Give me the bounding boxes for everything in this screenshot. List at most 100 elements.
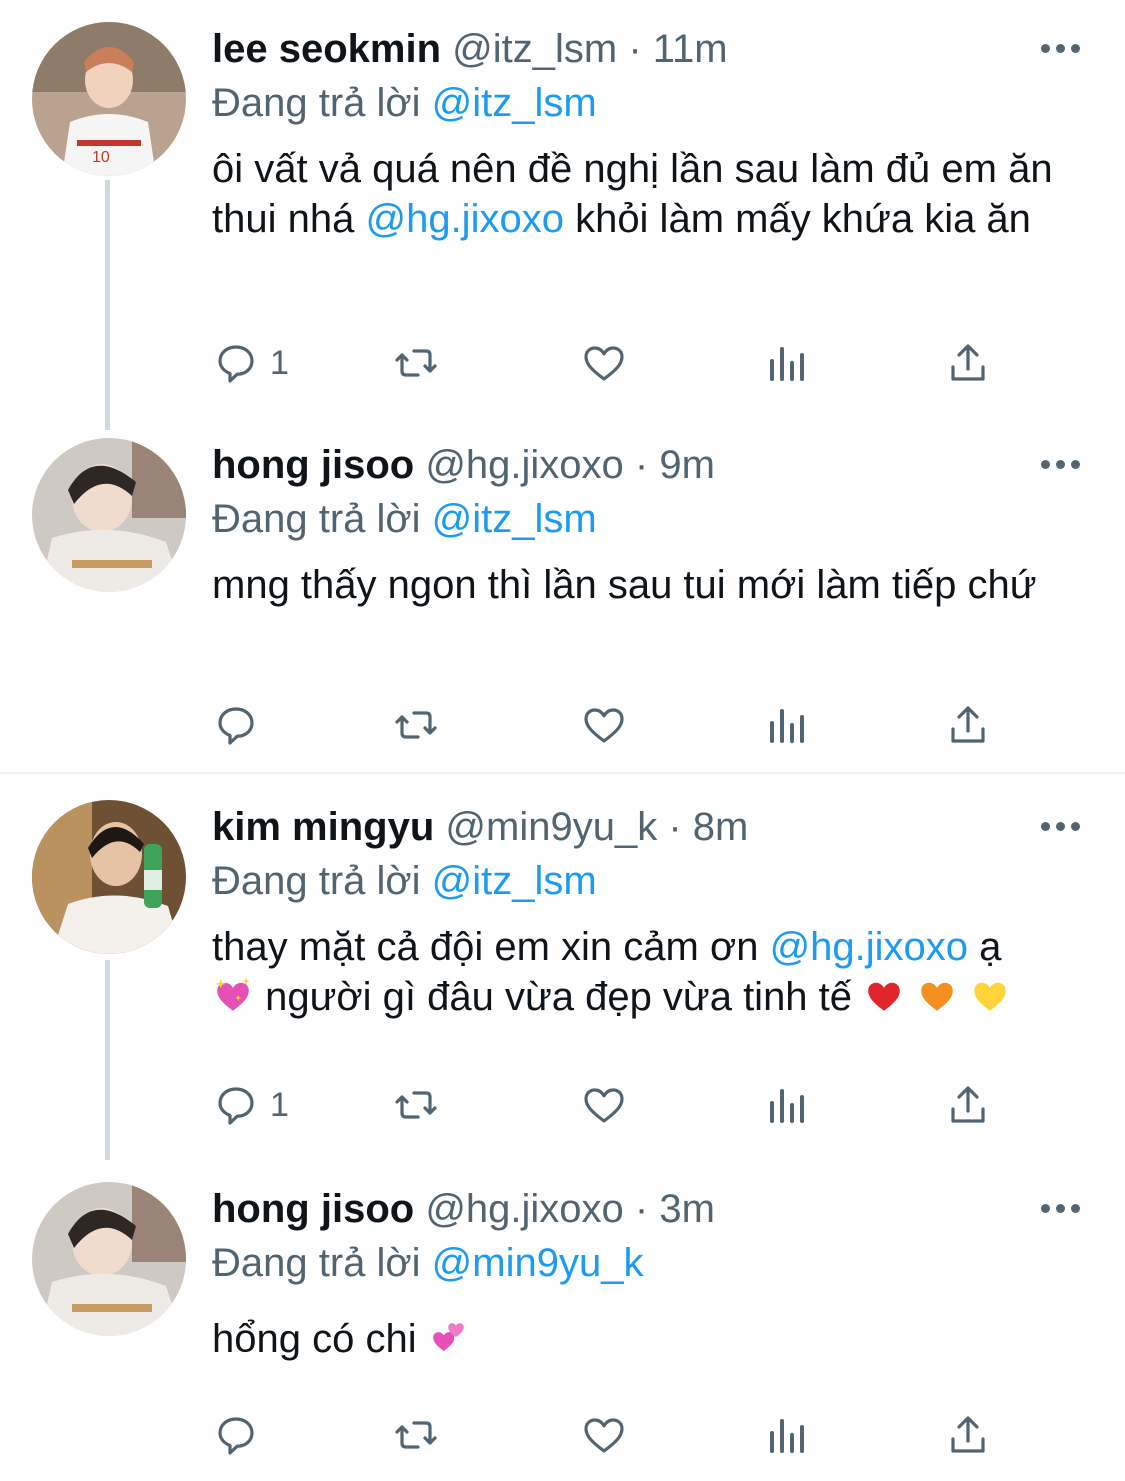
thread-line — [105, 180, 110, 430]
analytics-button[interactable] — [764, 1080, 812, 1130]
reply-count: 1 — [270, 1085, 289, 1124]
retweet-icon — [395, 1091, 437, 1119]
like-icon — [584, 708, 624, 743]
yellow-heart-emoji — [974, 982, 1007, 1011]
share-icon — [951, 344, 985, 381]
display-name[interactable]: kim mingyu — [212, 805, 434, 849]
separator: · — [628, 27, 642, 71]
analytics-button[interactable] — [764, 338, 812, 388]
replying-to: Đang trả lời @min9yu_k — [212, 1238, 1085, 1288]
avatar[interactable]: 10 — [32, 22, 186, 176]
svg-text:10: 10 — [92, 149, 110, 166]
like-icon — [584, 1088, 624, 1123]
tweet-text: ôi vất vả quá nên đề nghị lần sau làm đủ… — [212, 144, 1085, 244]
analytics-icon — [770, 1089, 804, 1123]
reply-icon — [218, 1417, 254, 1455]
replying-to: Đang trả lời @itz_lsm — [212, 494, 1085, 544]
text-segment: người gì đâu vừa đẹp vừa tinh tế — [254, 975, 864, 1019]
replying-to: Đang trả lời @itz_lsm — [212, 78, 1085, 128]
share-button[interactable] — [944, 700, 992, 750]
more-icon[interactable] — [1041, 44, 1081, 56]
analytics-icon — [770, 347, 804, 381]
like-icon — [584, 1418, 624, 1453]
more-icon[interactable] — [1041, 1204, 1081, 1216]
more-icon[interactable] — [1041, 822, 1081, 834]
retweet-button[interactable] — [392, 1410, 440, 1460]
replying-prefix: Đang trả lời — [212, 81, 421, 125]
avatar[interactable] — [32, 800, 186, 954]
replying-to-mention[interactable]: @itz_lsm — [432, 497, 597, 541]
thread-divider — [0, 772, 1125, 774]
timestamp[interactable]: 3m — [659, 1187, 715, 1231]
separator: · — [634, 443, 649, 487]
avatar[interactable] — [32, 1182, 186, 1336]
reply-icon — [218, 707, 254, 745]
timestamp[interactable]: 9m — [659, 443, 715, 487]
tweet-text: hổng có chi — [212, 1314, 1085, 1364]
replying-prefix: Đang trả lời — [212, 859, 421, 903]
tweet-1[interactable]: 10 lee seokmin @itz_lsm · 11m Đang trả l… — [0, 0, 1125, 430]
text-segment: ạ — [968, 925, 1002, 969]
retweet-button[interactable] — [392, 1080, 440, 1130]
like-button[interactable] — [580, 700, 628, 750]
tweet-header: kim mingyu @min9yu_k · 8m — [212, 802, 1085, 852]
tweet-header: hong jisoo @hg.jixoxo · 3m — [212, 1184, 1085, 1234]
reply-count: 1 — [270, 343, 289, 382]
sparkling-heart-emoji — [215, 977, 251, 1011]
tweet-header: hong jisoo @hg.jixoxo · 9m — [212, 440, 1085, 490]
timestamp[interactable]: 8m — [693, 805, 749, 849]
like-button[interactable] — [580, 338, 628, 388]
retweet-icon — [395, 711, 437, 739]
tweet-header: lee seokmin @itz_lsm · 11m — [212, 24, 1085, 74]
share-button[interactable] — [944, 1080, 992, 1130]
reply-icon — [218, 345, 254, 383]
reply-button[interactable]: 1 — [212, 338, 289, 388]
display-name[interactable]: lee seokmin — [212, 27, 441, 71]
more-icon[interactable] — [1041, 460, 1081, 472]
replying-to-mention[interactable]: @itz_lsm — [432, 859, 597, 903]
share-icon — [951, 706, 985, 743]
analytics-icon — [770, 709, 804, 743]
share-icon — [951, 1416, 985, 1453]
share-button[interactable] — [944, 338, 992, 388]
text-segment: thay mặt cả đội em xin cảm ơn — [212, 925, 770, 969]
analytics-button[interactable] — [764, 700, 812, 750]
analytics-icon — [770, 1419, 804, 1453]
reply-button[interactable] — [212, 700, 270, 750]
username[interactable]: @min9yu_k — [445, 805, 657, 849]
analytics-button[interactable] — [764, 1410, 812, 1460]
timestamp[interactable]: 11m — [653, 27, 728, 71]
tweet-3[interactable]: kim mingyu @min9yu_k · 8m Đang trả lời @… — [0, 790, 1125, 1160]
tweet-text: thay mặt cả đội em xin cảm ơn @hg.jixoxo… — [212, 922, 1085, 1022]
reply-button[interactable] — [212, 1410, 270, 1460]
username[interactable]: @hg.jixoxo — [425, 443, 623, 487]
reply-button[interactable]: 1 — [212, 1080, 289, 1130]
like-button[interactable] — [580, 1080, 628, 1130]
like-icon — [584, 346, 624, 381]
replying-to-mention[interactable]: @itz_lsm — [432, 81, 597, 125]
share-icon — [951, 1086, 985, 1123]
mention-link[interactable]: @hg.jixoxo — [770, 925, 968, 969]
like-button[interactable] — [580, 1410, 628, 1460]
thread-line — [105, 960, 110, 1160]
separator: · — [634, 1187, 649, 1231]
retweet-icon — [395, 349, 437, 377]
tweet-text: mng thấy ngon thì lần sau tui mới làm ti… — [212, 563, 1037, 607]
display-name[interactable]: hong jisoo — [212, 1187, 414, 1231]
tweet-4[interactable]: hong jisoo @hg.jixoxo · 3m Đang trả lời … — [0, 1170, 1125, 1481]
retweet-icon — [395, 1421, 437, 1449]
replying-to-mention[interactable]: @min9yu_k — [432, 1241, 644, 1285]
replying-prefix: Đang trả lời — [212, 1241, 421, 1285]
mention-link[interactable]: @hg.jixoxo — [365, 197, 563, 241]
text-segment: khỏi làm mấy khứa kia ăn — [563, 197, 1031, 241]
username[interactable]: @hg.jixoxo — [425, 1187, 623, 1231]
retweet-button[interactable] — [392, 700, 440, 750]
avatar[interactable] — [32, 438, 186, 592]
share-button[interactable] — [944, 1410, 992, 1460]
display-name[interactable]: hong jisoo — [212, 443, 414, 487]
tweet-2[interactable]: hong jisoo @hg.jixoxo · 9m Đang trả lời … — [0, 430, 1125, 770]
orange-heart-emoji — [921, 982, 954, 1011]
red-heart-emoji — [868, 982, 900, 1011]
retweet-button[interactable] — [392, 338, 440, 388]
username[interactable]: @itz_lsm — [452, 27, 617, 71]
